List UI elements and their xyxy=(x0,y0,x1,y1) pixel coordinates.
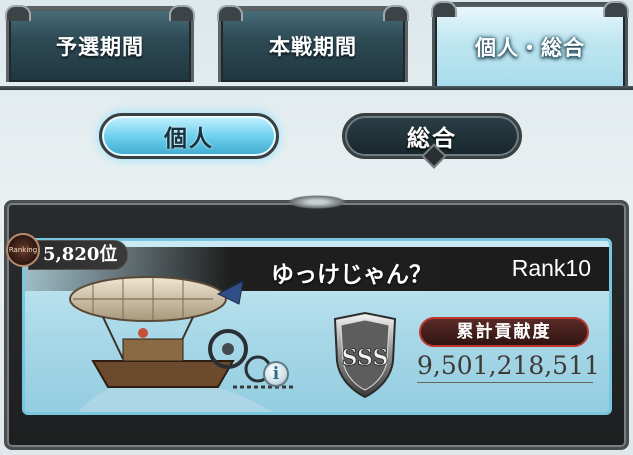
tab-main[interactable]: 本戦期間 xyxy=(217,5,409,82)
tab-bar: 予選期間 本戦期間 個人・総合 xyxy=(0,0,633,92)
ranking-badge-icon: Ranking xyxy=(6,233,40,267)
tab-corner-ornament xyxy=(431,1,457,17)
tab-corner-ornament xyxy=(603,1,629,17)
tab-corner-ornament xyxy=(217,5,243,21)
panel-top-ornament xyxy=(286,195,347,209)
subtab-individual-label: 個人 xyxy=(164,126,214,152)
tab-corner-ornament xyxy=(169,5,195,21)
sss-grade-emblem-icon: SSS xyxy=(333,311,397,399)
ranking-badge-label: Ranking xyxy=(8,246,38,254)
sss-grade-text: SSS xyxy=(342,345,389,371)
ranking-position: 5,820位 xyxy=(28,240,129,270)
airship-illustration xyxy=(69,276,293,412)
tab-main-label: 本戦期間 xyxy=(269,34,357,59)
tab-individual-overall-label: 個人・総合 xyxy=(475,35,585,60)
info-icon[interactable]: i xyxy=(263,361,289,387)
tab-corner-ornament xyxy=(5,5,31,21)
contribution-label: 累計貢献度 xyxy=(419,317,589,347)
subtab-overall[interactable]: 総合 xyxy=(342,113,522,169)
contribution-value: 9,501,218,511 xyxy=(417,351,600,383)
tab-individual-overall[interactable]: 個人・総合 xyxy=(431,1,629,88)
tab-preliminary[interactable]: 予選期間 xyxy=(5,5,195,82)
player-name: ゆっけじゃん？ xyxy=(271,262,432,288)
tab-preliminary-label: 予選期間 xyxy=(56,34,144,59)
player-rank: Rank10 xyxy=(511,255,591,281)
subtab-individual[interactable]: 個人 xyxy=(99,113,279,159)
tab-corner-ornament xyxy=(383,5,409,21)
